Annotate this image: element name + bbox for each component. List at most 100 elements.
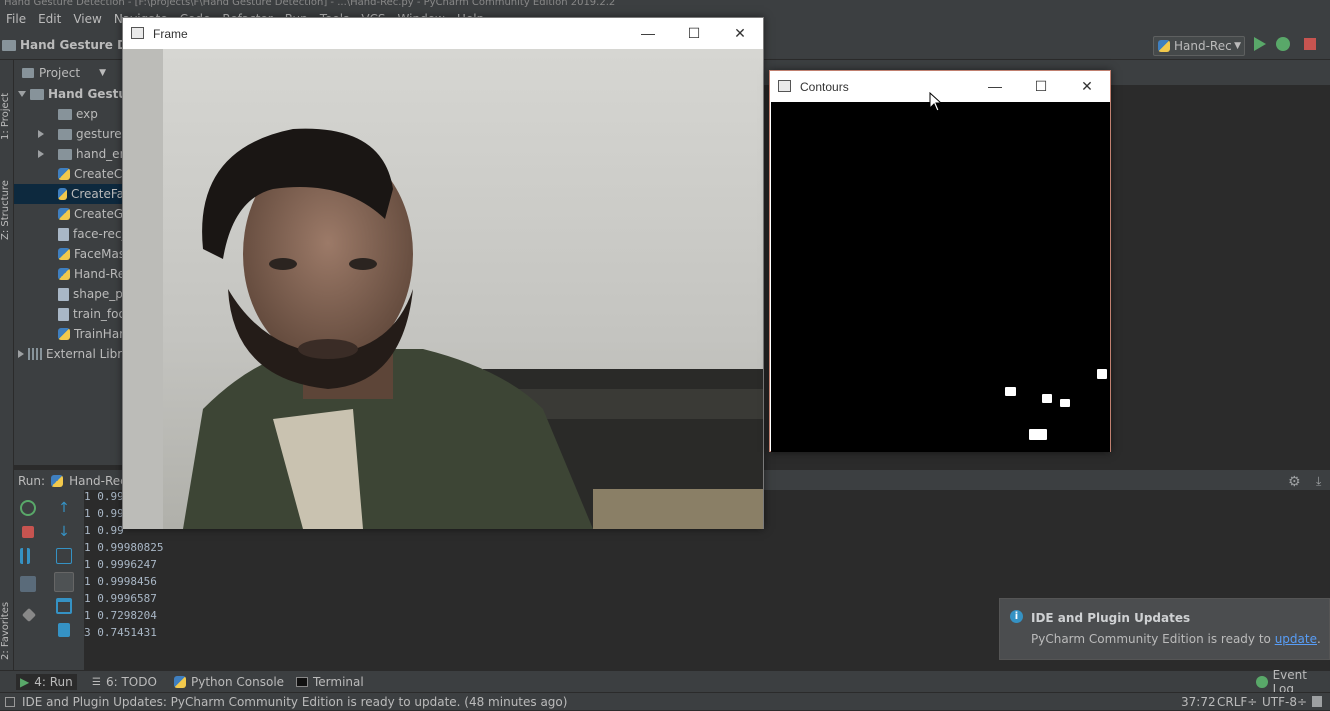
print-icon[interactable] xyxy=(56,598,72,614)
maximize-button[interactable]: ☐ xyxy=(1018,71,1064,102)
tree-item-label: shape_pr xyxy=(73,287,124,301)
status-message[interactable]: IDE and Plugin Updates: PyCharm Communit… xyxy=(22,693,567,711)
window-icon xyxy=(131,27,144,39)
tab-run[interactable]: ▶ 4: Run xyxy=(16,674,77,690)
run-button[interactable] xyxy=(1254,37,1266,51)
frame-window-titlebar[interactable]: Frame — ☐ ✕ xyxy=(123,18,763,49)
scroll-to-end-icon[interactable] xyxy=(54,572,74,592)
rerun-icon[interactable] xyxy=(20,500,36,516)
run-config-tab[interactable]: Hand-Rec xyxy=(69,474,127,488)
run-config-label: Hand-Rec xyxy=(1174,39,1232,53)
run-toolbar: ↑ ↓ xyxy=(14,490,84,670)
run-configuration-select[interactable]: Hand-Rec ▼ xyxy=(1153,36,1245,56)
tree-item[interactable]: hand_em xyxy=(14,144,124,164)
tab-todo[interactable]: ☰ 6: TODO xyxy=(92,674,157,690)
tree-item-label: exp xyxy=(76,107,98,121)
tree-item[interactable]: shape_pr xyxy=(14,284,124,304)
update-notification[interactable] xyxy=(999,598,1330,660)
close-button[interactable]: ✕ xyxy=(1064,71,1110,102)
menu-file[interactable]: File xyxy=(0,12,32,26)
stop-button[interactable] xyxy=(1304,38,1316,50)
console-line: 3 0.7451431 xyxy=(84,626,157,639)
menu-edit[interactable]: Edit xyxy=(32,12,67,26)
caret-position[interactable]: 37:72 xyxy=(1181,693,1216,711)
python-file-icon xyxy=(58,268,70,280)
file-icon xyxy=(58,307,69,321)
breadcrumb-project[interactable]: Hand Gesture Det xyxy=(2,38,141,52)
event-log-icon xyxy=(1256,676,1268,688)
layout-icon[interactable] xyxy=(20,576,36,592)
python-file-icon xyxy=(1158,40,1170,52)
trash-icon[interactable] xyxy=(58,623,70,637)
notification-body: PyCharm Community Edition is ready to up… xyxy=(1031,632,1321,646)
menu-view[interactable]: View xyxy=(67,12,107,26)
tree-item[interactable]: Hand-Re xyxy=(14,264,124,284)
tree-item[interactable]: CreateCS xyxy=(14,164,124,184)
tree-item[interactable]: CreateFa xyxy=(14,184,124,204)
lock-icon[interactable] xyxy=(1312,696,1322,707)
contour-blob xyxy=(1060,399,1070,407)
hide-panel-icon[interactable]: ⤓ xyxy=(1316,474,1321,489)
contours-window[interactable]: Contours — ☐ ✕ xyxy=(769,70,1111,452)
minimize-button[interactable]: — xyxy=(625,18,671,49)
project-tool-window: Hand Gesture exp gestures hand_em CreateCS C… xyxy=(14,60,124,465)
python-file-icon xyxy=(58,168,70,180)
ide-title-bar: Hand Gesture Detection - [F:\projects\F\… xyxy=(0,0,1330,8)
tree-item-label: CreateGe xyxy=(74,207,124,221)
line-separator[interactable]: CRLF÷ xyxy=(1217,693,1257,711)
tree-item[interactable]: TrainHar xyxy=(14,324,124,344)
file-encoding[interactable]: UTF-8÷ xyxy=(1262,693,1307,711)
project-pane-header[interactable]: Project ▼ xyxy=(14,62,124,84)
contour-blob xyxy=(1029,429,1047,440)
pause-icon[interactable] xyxy=(20,548,30,564)
tree-item[interactable]: gestures xyxy=(14,124,124,144)
terminal-icon xyxy=(296,677,308,687)
chevron-right-icon xyxy=(38,130,44,138)
tree-external-label: External Libra xyxy=(46,347,124,361)
console-line: 1 0.9996587 xyxy=(84,592,157,605)
tree-item-label: train_foo xyxy=(73,307,124,321)
tab-python-console[interactable]: Python Console xyxy=(174,674,284,690)
stop-icon[interactable] xyxy=(22,526,34,538)
tab-favorites[interactable]: 2: Favorites xyxy=(0,580,14,660)
tree-item[interactable]: CreateGe xyxy=(14,204,124,224)
tree-item[interactable]: exp xyxy=(14,104,98,124)
library-icon xyxy=(28,348,42,360)
tree-root[interactable]: Hand Gesture xyxy=(18,84,124,104)
folder-icon xyxy=(58,108,72,120)
project-view-icon xyxy=(22,68,34,78)
tree-external-libraries[interactable]: External Libra xyxy=(18,344,124,364)
close-button[interactable]: ✕ xyxy=(717,18,763,49)
tree-item[interactable]: train_foo xyxy=(14,304,124,324)
tree-item[interactable]: FaceMas xyxy=(14,244,124,264)
tree-item-label: hand_em xyxy=(76,147,124,161)
todo-icon: ☰ xyxy=(92,676,101,688)
tab-terminal[interactable]: Terminal xyxy=(296,674,364,690)
update-link[interactable]: update xyxy=(1275,632,1317,646)
tab-project[interactable]: 1: Project xyxy=(0,70,14,140)
maximize-button[interactable]: ☐ xyxy=(671,18,717,49)
soft-wrap-icon[interactable] xyxy=(56,548,72,564)
tree-root-label: Hand Gesture xyxy=(48,87,124,101)
console-line: 1 0.99980825 xyxy=(84,541,164,554)
contour-blob xyxy=(1005,387,1016,396)
console-line: 1 0.9996247 xyxy=(84,558,157,571)
frame-window[interactable]: Frame — ☐ ✕ xyxy=(122,17,764,529)
tree-item-label: gestures xyxy=(76,127,124,141)
tree-item[interactable]: face-rec_ xyxy=(14,224,124,244)
up-arrow-icon[interactable]: ↑ xyxy=(56,500,72,516)
file-icon xyxy=(58,287,69,301)
tab-event-log[interactable]: Event Log xyxy=(1256,668,1330,696)
chevron-down-icon: ▼ xyxy=(99,68,106,78)
down-arrow-icon[interactable]: ↓ xyxy=(56,524,72,540)
contour-blob xyxy=(1042,394,1052,403)
tab-structure[interactable]: Z: Structure xyxy=(0,160,14,240)
gear-icon[interactable]: ⚙ xyxy=(1288,474,1301,490)
status-toggle-icon[interactable] xyxy=(5,697,15,707)
tree-item-label: face-rec_ xyxy=(73,227,124,241)
pin-icon[interactable] xyxy=(21,607,37,623)
folder-icon xyxy=(58,148,72,160)
tab-terminal-label: Terminal xyxy=(313,675,364,689)
debug-button[interactable] xyxy=(1276,37,1290,51)
minimize-button[interactable]: — xyxy=(972,71,1018,102)
